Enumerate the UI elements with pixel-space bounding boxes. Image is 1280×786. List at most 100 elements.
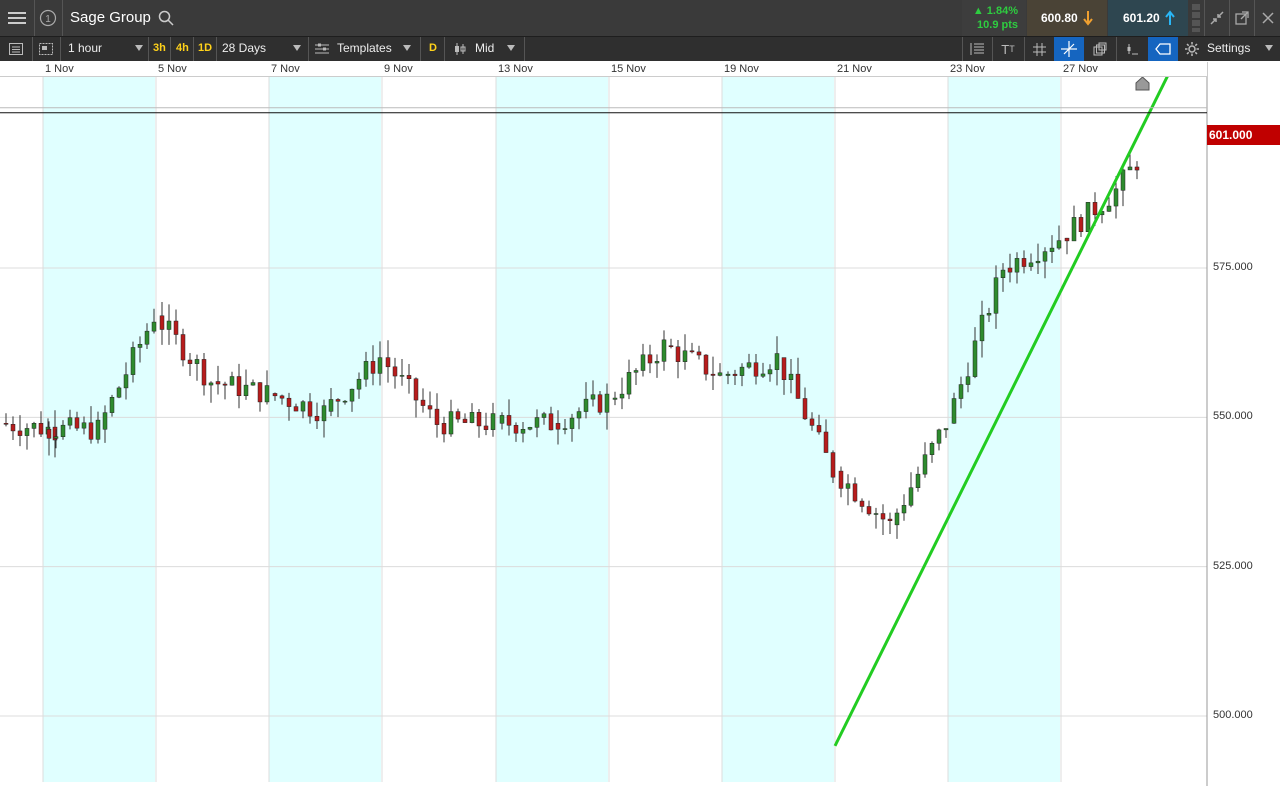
candle-body xyxy=(647,354,653,364)
candle-body xyxy=(873,513,879,515)
x-tick-label: 9 Nov xyxy=(384,63,413,75)
layers-icon[interactable] xyxy=(1085,37,1115,61)
close-icon[interactable] xyxy=(1255,0,1280,36)
candle-body xyxy=(654,361,660,364)
candle-body xyxy=(483,425,489,430)
candle-body xyxy=(929,442,935,455)
svg-text:1: 1 xyxy=(45,14,51,25)
candle-body xyxy=(527,427,533,430)
candle-body xyxy=(802,398,808,420)
candle-body xyxy=(342,400,348,403)
candle-body xyxy=(462,418,468,423)
candle-body xyxy=(229,376,235,386)
candle-body xyxy=(753,362,759,377)
candle-body xyxy=(257,382,263,403)
quick-interval-3h[interactable]: 3h xyxy=(153,42,166,54)
candle-body xyxy=(725,373,731,376)
candle-body xyxy=(356,378,362,390)
candle-body xyxy=(1064,237,1070,242)
popout-icon[interactable] xyxy=(1230,0,1254,36)
interval-label: 1 hour xyxy=(68,41,103,55)
crosshair-icon[interactable] xyxy=(1054,37,1084,61)
gear-icon[interactable] xyxy=(1182,37,1202,61)
candle-body xyxy=(979,314,985,342)
y-tick-label: 550.000 xyxy=(1213,410,1253,423)
candle-body xyxy=(809,418,815,426)
price-type-select[interactable]: Mid xyxy=(475,41,523,55)
candle-body xyxy=(619,393,625,399)
candle-body xyxy=(838,470,844,489)
candle-body xyxy=(1092,202,1098,216)
quick-interval-4h[interactable]: 4h xyxy=(176,42,189,54)
home-marker-icon xyxy=(1135,76,1150,91)
candle-body xyxy=(208,382,214,386)
candle-body xyxy=(732,373,738,376)
range-label: 28 Days xyxy=(222,41,267,55)
layout-icon[interactable] xyxy=(33,37,59,61)
info-icon[interactable]: 1 xyxy=(35,0,61,36)
candle-body xyxy=(795,373,801,399)
candle-body xyxy=(67,417,73,426)
candle-body xyxy=(604,393,610,413)
candle-body xyxy=(668,345,674,348)
price-chart[interactable] xyxy=(0,62,1280,786)
templates-button[interactable]: Templates xyxy=(337,41,415,55)
x-tick-label: 1 Nov xyxy=(45,63,74,75)
collapse-icon[interactable] xyxy=(1205,0,1229,36)
candle-body xyxy=(95,419,101,440)
alert-tag-icon[interactable] xyxy=(1148,37,1178,61)
candle-body xyxy=(448,411,454,435)
range-select[interactable]: 28 Days xyxy=(222,41,306,55)
candle-body xyxy=(321,405,327,422)
price-type-label: Mid xyxy=(475,41,495,55)
session-shade xyxy=(948,77,1060,782)
grid-icon[interactable] xyxy=(1025,37,1053,61)
candle-body xyxy=(293,406,299,412)
candle-body xyxy=(739,366,745,376)
x-tick-label: 19 Nov xyxy=(724,63,759,75)
candle-body xyxy=(46,429,52,439)
draw-tool-icon[interactable] xyxy=(1117,37,1147,61)
sell-button[interactable]: 600.80 xyxy=(1027,0,1107,36)
candle-body xyxy=(1049,247,1055,252)
candle-body xyxy=(413,378,419,401)
candle-body xyxy=(1085,202,1091,232)
x-tick-label: 23 Nov xyxy=(950,63,985,75)
sell-price: 600.80 xyxy=(1041,11,1078,25)
buy-button[interactable]: 601.20 xyxy=(1108,0,1188,36)
candle-body xyxy=(1042,251,1048,262)
candle-body xyxy=(859,500,865,507)
candle-body xyxy=(1028,262,1034,267)
top-bar: 1 Sage Group ▲ 1.84% 10.9 pts 600.80 601… xyxy=(0,0,1280,37)
templates-icon xyxy=(313,37,331,61)
hamburger-icon[interactable] xyxy=(0,0,34,36)
interval-select[interactable]: 1 hour xyxy=(68,41,146,55)
candle-body xyxy=(583,398,589,412)
list-icon[interactable] xyxy=(0,37,32,61)
candle-body xyxy=(597,394,603,413)
candle-body xyxy=(993,277,999,314)
d-toggle[interactable]: D xyxy=(429,42,437,54)
text-size-icon[interactable]: TT xyxy=(993,37,1023,61)
candle-body xyxy=(250,382,256,386)
candle-body xyxy=(272,393,278,397)
candle-body xyxy=(880,513,886,520)
settings-label: Settings xyxy=(1207,41,1251,55)
candle-body xyxy=(1056,240,1062,249)
candle-body xyxy=(972,340,978,377)
candle-body xyxy=(236,376,242,396)
x-tick-label: 7 Nov xyxy=(271,63,300,75)
settings-button[interactable]: Settings xyxy=(1207,41,1277,55)
indicators-icon[interactable] xyxy=(963,37,991,61)
quick-interval-1d[interactable]: 1D xyxy=(198,42,212,54)
candle-body xyxy=(640,354,646,371)
current-price-tag: 601.000 xyxy=(1207,125,1280,145)
arrow-down-icon xyxy=(1083,10,1093,29)
candle-body xyxy=(1127,166,1133,171)
search-icon[interactable] xyxy=(156,8,176,28)
candlestick-type-icon xyxy=(450,37,470,61)
candle-body xyxy=(541,413,547,418)
candle-body xyxy=(1113,188,1119,207)
candle-body xyxy=(845,483,851,489)
candle-body xyxy=(689,350,695,353)
